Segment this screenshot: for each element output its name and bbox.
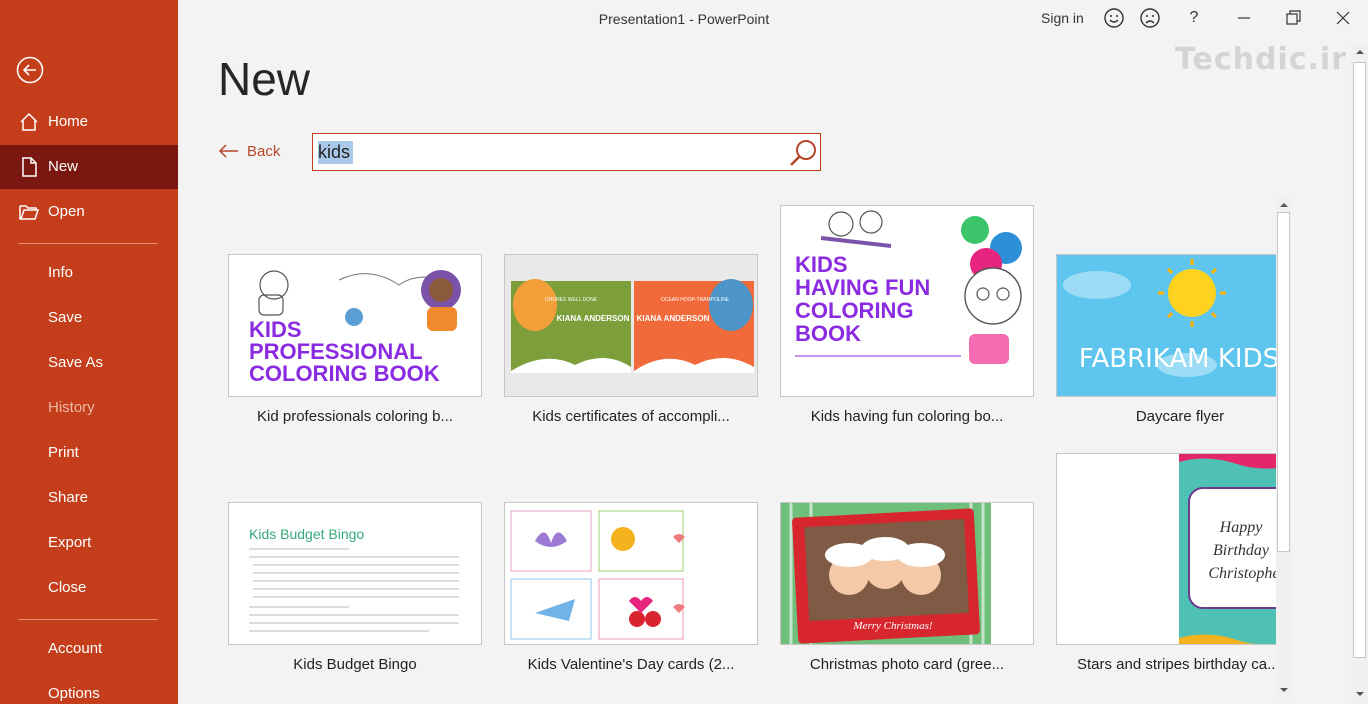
scroll-up-icon[interactable]: [1354, 46, 1366, 58]
sidebar-item-label: Info: [48, 264, 74, 281]
sidebar-item-new[interactable]: New: [0, 145, 178, 189]
sidebar-item-label: Options: [48, 685, 100, 702]
sidebar-item-label: Save: [48, 309, 83, 326]
arrow-left-icon: [218, 144, 238, 158]
search-icon[interactable]: [787, 137, 819, 169]
back-label: Back: [247, 143, 281, 160]
template-title: Christmas photo card (gree...: [809, 656, 1005, 673]
sidebar-item-label: New: [48, 158, 79, 175]
scroll-up-icon[interactable]: [1278, 199, 1290, 211]
template-search-box: [312, 133, 821, 171]
sidebar-item-open[interactable]: Open: [0, 190, 178, 234]
template-tile[interactable]: FABRIKAM KIDS Daycare flyer: [1056, 254, 1276, 434]
template-title: Kids having fun coloring bo...: [810, 408, 1004, 425]
template-thumbnail: Merry Christmas!: [780, 502, 1034, 645]
sidebar-divider: [18, 619, 158, 620]
template-title: Kids Budget Bingo: [293, 656, 417, 673]
thumb-text: Merry Christmas!: [852, 620, 932, 632]
thumb-text: Happy: [1219, 519, 1264, 536]
thumb-text: KIANA ANDERSON: [557, 314, 630, 323]
back-button[interactable]: Back: [218, 140, 288, 164]
sidebar-item-save-as[interactable]: Save As: [0, 341, 178, 385]
sidebar-item-options[interactable]: Options: [0, 672, 178, 704]
sidebar-item-export[interactable]: Export: [0, 521, 178, 565]
sidebar-item-share[interactable]: Share: [0, 476, 178, 520]
sidebar-item-close[interactable]: Close: [0, 566, 178, 610]
sidebar-item-save[interactable]: Save: [0, 296, 178, 340]
sidebar-item-print[interactable]: Print: [0, 431, 178, 475]
template-title: Kid professionals coloring b...: [257, 408, 453, 425]
template-thumbnail: Happy Birthday Christopher: [1056, 453, 1276, 645]
smile-icon[interactable]: [1102, 6, 1126, 30]
watermark: Techdic.ir: [1175, 42, 1347, 77]
template-tile[interactable]: Happy Birthday Christopher Stars and str…: [1056, 453, 1276, 683]
sidebar-item-label: History: [48, 399, 95, 416]
sidebar-item-history: History: [0, 386, 178, 430]
template-thumbnail: KIDS PROFESSIONAL COLORING BOOK: [228, 254, 482, 397]
scroll-down-icon[interactable]: [1354, 688, 1366, 700]
thumb-text: FABRIKAM KIDS: [1079, 344, 1276, 374]
sign-in-link[interactable]: Sign in: [1041, 10, 1084, 26]
sidebar-item-label: Save As: [48, 354, 104, 371]
minimize-icon[interactable]: [1232, 6, 1256, 30]
window-title: Presentation1 - PowerPoint: [598, 11, 770, 27]
thumb-text: COLORING: [795, 298, 914, 323]
window-scrollbar-thumb[interactable]: [1353, 62, 1366, 658]
open-folder-icon: [19, 205, 40, 220]
page-title: New: [218, 53, 311, 105]
template-title: Kids Valentine's Day cards (2...: [527, 656, 735, 673]
thumb-text: Birthday: [1213, 542, 1270, 559]
restore-icon[interactable]: [1281, 6, 1305, 30]
close-icon[interactable]: [1331, 6, 1355, 30]
sidebar-item-label: Share: [48, 489, 89, 506]
thumb-text: KIANA ANDERSON: [637, 314, 710, 323]
sidebar-item-account[interactable]: Account: [0, 627, 178, 671]
sidebar-item-label: Account: [48, 640, 103, 657]
template-title: Kids certificates of accompli...: [532, 408, 730, 425]
template-thumbnail: FABRIKAM KIDS: [1056, 254, 1276, 397]
template-thumbnail: KIDS HAVING FUN COLORING BOOK: [780, 205, 1034, 397]
template-thumbnail: [504, 502, 758, 645]
home-icon: [20, 112, 38, 131]
thumb-text: Christopher: [1208, 565, 1276, 582]
sidebar-item-label: Close: [48, 579, 87, 596]
sidebar-item-label: Home: [48, 113, 89, 130]
sidebar-item-label: Open: [48, 203, 85, 220]
template-search-input[interactable]: [318, 140, 778, 164]
help-icon[interactable]: ?: [1182, 9, 1206, 33]
thumb-text: COLORING BOOK: [249, 361, 440, 386]
frown-icon[interactable]: [1138, 6, 1162, 30]
template-title: Stars and stripes birthday ca...: [1077, 656, 1276, 673]
scroll-down-icon[interactable]: [1278, 684, 1290, 696]
gallery-scrollbar-thumb[interactable]: [1277, 212, 1290, 552]
sidebar-item-label: Export: [48, 534, 92, 551]
sidebar-item-label: Print: [48, 444, 79, 461]
template-thumbnail: CHORES WELL DONE KIANA ANDERSON OCEAN HO…: [504, 254, 758, 397]
thumb-text: HAVING FUN: [795, 275, 930, 300]
backstage-sidebar: Home New Open Info Save Save As History …: [0, 0, 178, 704]
sidebar-divider: [18, 243, 158, 244]
template-thumbnail: Kids Budget Bingo: [228, 502, 482, 645]
back-arrow-circle-icon[interactable]: [16, 56, 44, 84]
sidebar-item-info[interactable]: Info: [0, 251, 178, 295]
thumb-text: OCEAN HOOP-TRAMPOLINE: [661, 297, 730, 303]
new-document-icon: [22, 157, 37, 177]
thumb-text: BOOK: [795, 321, 861, 346]
thumb-text: KIDS: [795, 252, 848, 277]
sidebar-item-home[interactable]: Home: [0, 100, 178, 144]
template-title: Daycare flyer: [1135, 408, 1225, 425]
thumb-text: Kids Budget Bingo: [249, 526, 364, 542]
thumb-text: CHORES WELL DONE: [545, 297, 598, 303]
